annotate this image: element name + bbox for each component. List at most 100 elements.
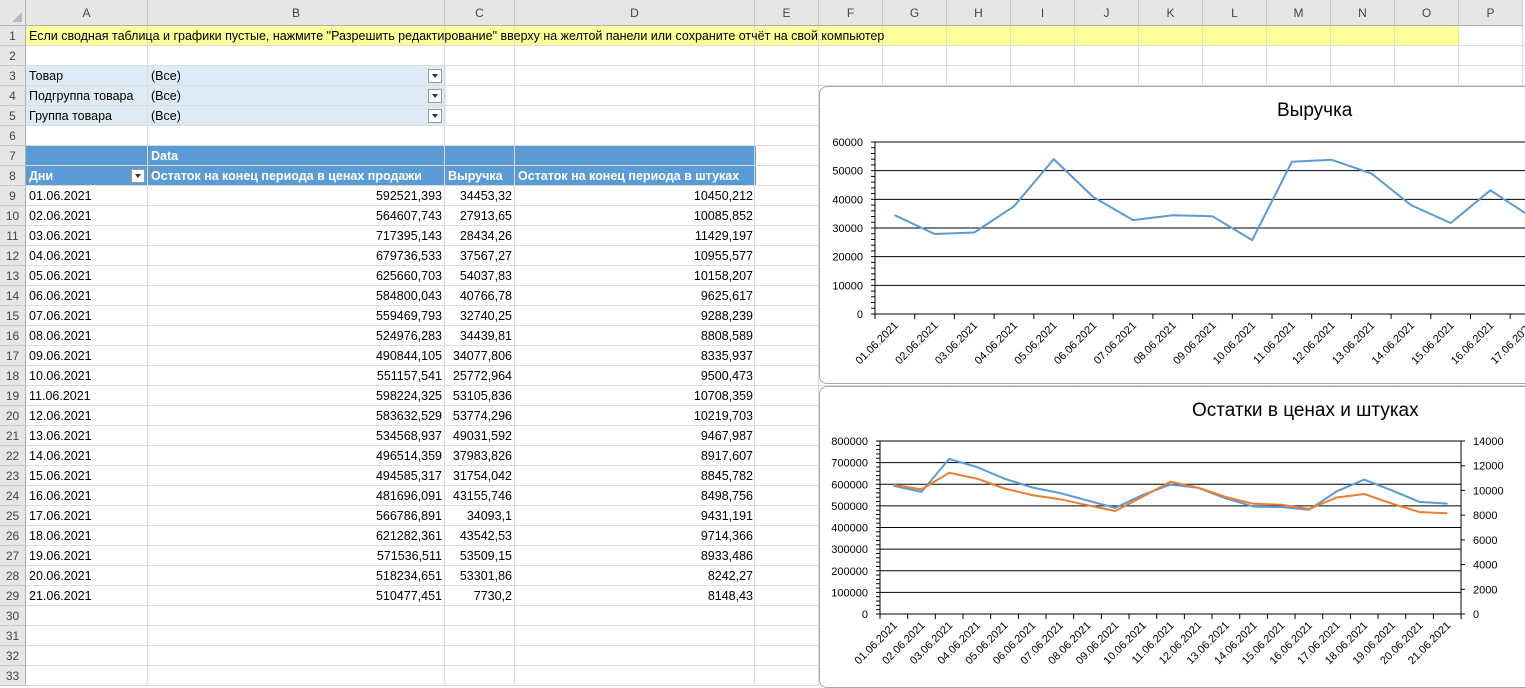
pivot-cell-day[interactable]: 08.06.2021 <box>26 326 148 346</box>
column-header-m[interactable]: M <box>1267 0 1331 26</box>
pivot-cell-day[interactable]: 19.06.2021 <box>26 546 148 566</box>
pivot-cell-day[interactable]: 12.06.2021 <box>26 406 148 426</box>
pivot-cell-stock-qty[interactable]: 8498,756 <box>515 486 756 506</box>
pivot-cell-day[interactable]: 02.06.2021 <box>26 206 148 226</box>
pivot-cell-revenue[interactable]: 7730,2 <box>445 586 515 606</box>
pivot-cell-stock-qty[interactable]: 8335,937 <box>515 346 756 366</box>
pivot-cell-stock-qty[interactable]: 10158,207 <box>515 266 756 286</box>
row-header-13[interactable]: 13 <box>0 266 26 286</box>
pivot-cell-stock-qty[interactable]: 9500,473 <box>515 366 756 386</box>
row-header-25[interactable]: 25 <box>0 506 26 526</box>
stock-chart[interactable]: Остатки в ценах и штуках 0 100000 200000 30… <box>819 386 1525 688</box>
pivot-cell-stock-price[interactable]: 496514,359 <box>148 446 445 466</box>
pivot-cell-stock-qty[interactable]: 8845,782 <box>515 466 756 486</box>
pivot-cell-stock-qty[interactable]: 10219,703 <box>515 406 756 426</box>
column-header-j[interactable]: J <box>1075 0 1139 26</box>
row-header-9[interactable]: 9 <box>0 186 26 206</box>
row-header-5[interactable]: 5 <box>0 106 26 126</box>
row-header-16[interactable]: 16 <box>0 326 26 346</box>
pivot-cell-stock-price[interactable]: 598224,325 <box>148 386 445 406</box>
row-header-7[interactable]: 7 <box>0 146 26 166</box>
filter-value[interactable]: (Все) <box>148 66 184 86</box>
pivot-cell-stock-qty[interactable]: 8242,27 <box>515 566 756 586</box>
pivot-cell-day[interactable]: 18.06.2021 <box>26 526 148 546</box>
filter-value[interactable]: (Все) <box>148 86 184 106</box>
pivot-cell-day[interactable]: 16.06.2021 <box>26 486 148 506</box>
pivot-cell-day[interactable]: 01.06.2021 <box>26 186 148 206</box>
column-header-n[interactable]: N <box>1331 0 1395 26</box>
row-header-27[interactable]: 27 <box>0 546 26 566</box>
pivot-cell-stock-qty[interactable]: 10955,577 <box>515 246 756 266</box>
pivot-cell-stock-price[interactable]: 481696,091 <box>148 486 445 506</box>
pivot-cell-day[interactable]: 04.06.2021 <box>26 246 148 266</box>
pivot-cell-day[interactable]: 17.06.2021 <box>26 506 148 526</box>
column-header-c[interactable]: C <box>445 0 515 26</box>
revenue-chart[interactable]: Выручка 0 10000 20000 30000 40000 50000 60000 0… <box>819 86 1525 384</box>
spreadsheet[interactable]: ABCDEFGHIJKLMNOP 1 2 3 4 5 6 7 8 9 10 11 12 13 14 15 16… <box>0 0 1525 688</box>
pivot-cell-day[interactable]: 10.06.2021 <box>26 366 148 386</box>
pivot-cell-stock-qty[interactable]: 9714,366 <box>515 526 756 546</box>
days-filter-button[interactable] <box>131 169 145 183</box>
pivot-cell-day[interactable]: 14.06.2021 <box>26 446 148 466</box>
pivot-cell-revenue[interactable]: 31754,042 <box>445 466 515 486</box>
row-header-30[interactable]: 30 <box>0 606 26 626</box>
pivot-cell-revenue[interactable]: 34077,806 <box>445 346 515 366</box>
pivot-cell-stock-price[interactable]: 559469,793 <box>148 306 445 326</box>
pivot-cell-revenue[interactable]: 34439,81 <box>445 326 515 346</box>
column-header-p[interactable]: P <box>1459 0 1523 26</box>
column-header-o[interactable]: O <box>1395 0 1459 26</box>
select-all-corner[interactable] <box>0 0 26 26</box>
pivot-cell-stock-qty[interactable]: 8917,607 <box>515 446 756 466</box>
pivot-cell-stock-price[interactable]: 566786,891 <box>148 506 445 526</box>
pivot-cell-stock-price[interactable]: 717395,143 <box>148 226 445 246</box>
pivot-cell-revenue[interactable]: 53301,86 <box>445 566 515 586</box>
pivot-cell-revenue[interactable]: 40766,78 <box>445 286 515 306</box>
pivot-cell-stock-qty[interactable]: 10708,359 <box>515 386 756 406</box>
row-header-24[interactable]: 24 <box>0 486 26 506</box>
pivot-cell-stock-price[interactable]: 524976,283 <box>148 326 445 346</box>
pivot-cell-revenue[interactable]: 54037,83 <box>445 266 515 286</box>
pivot-cell-stock-qty[interactable]: 9431,191 <box>515 506 756 526</box>
row-header-11[interactable]: 11 <box>0 226 26 246</box>
pivot-cell-stock-qty[interactable]: 10450,212 <box>515 186 756 206</box>
pivot-cell-day[interactable]: 13.06.2021 <box>26 426 148 446</box>
column-header-a[interactable]: A <box>26 0 148 26</box>
pivot-cell-day[interactable]: 20.06.2021 <box>26 566 148 586</box>
row-header-26[interactable]: 26 <box>0 526 26 546</box>
pivot-cell-revenue[interactable]: 27913,65 <box>445 206 515 226</box>
pivot-cell-stock-price[interactable]: 551157,541 <box>148 366 445 386</box>
pivot-cell-day[interactable]: 21.06.2021 <box>26 586 148 606</box>
pivot-cell-revenue[interactable]: 53774,296 <box>445 406 515 426</box>
pivot-cell-revenue[interactable]: 49031,592 <box>445 426 515 446</box>
row-header-12[interactable]: 12 <box>0 246 26 266</box>
row-header-29[interactable]: 29 <box>0 586 26 606</box>
pivot-cell-stock-price[interactable]: 490844,105 <box>148 346 445 366</box>
filter-dropdown-button[interactable] <box>428 69 442 83</box>
pivot-cell-day[interactable]: 09.06.2021 <box>26 346 148 366</box>
row-header-6[interactable]: 6 <box>0 126 26 146</box>
column-header-h[interactable]: H <box>947 0 1011 26</box>
row-header-32[interactable]: 32 <box>0 646 26 666</box>
pivot-cell-stock-qty[interactable]: 10085,852 <box>515 206 756 226</box>
pivot-cell-stock-qty[interactable]: 11429,197 <box>515 226 756 246</box>
pivot-cell-revenue[interactable]: 37983,826 <box>445 446 515 466</box>
pivot-cell-revenue[interactable]: 28434,26 <box>445 226 515 246</box>
pivot-cell-stock-price[interactable]: 534568,937 <box>148 426 445 446</box>
pivot-cell-day[interactable]: 15.06.2021 <box>26 466 148 486</box>
row-header-18[interactable]: 18 <box>0 366 26 386</box>
column-header-f[interactable]: F <box>819 0 883 26</box>
pivot-cell-revenue[interactable]: 53509,15 <box>445 546 515 566</box>
pivot-cell-day[interactable]: 07.06.2021 <box>26 306 148 326</box>
pivot-cell-stock-qty[interactable]: 8148,43 <box>515 586 756 606</box>
pivot-cell-stock-price[interactable]: 584800,043 <box>148 286 445 306</box>
pivot-cell-revenue[interactable]: 43155,746 <box>445 486 515 506</box>
pivot-cell-stock-qty[interactable]: 8933,486 <box>515 546 756 566</box>
pivot-cell-revenue[interactable]: 34093,1 <box>445 506 515 526</box>
pivot-cell-revenue[interactable]: 32740,25 <box>445 306 515 326</box>
filter-dropdown-button[interactable] <box>428 89 442 103</box>
pivot-cell-stock-qty[interactable]: 9625,617 <box>515 286 756 306</box>
pivot-cell-stock-price[interactable]: 564607,743 <box>148 206 445 226</box>
column-header-l[interactable]: L <box>1203 0 1267 26</box>
pivot-cell-stock-price[interactable]: 571536,511 <box>148 546 445 566</box>
row-header-14[interactable]: 14 <box>0 286 26 306</box>
